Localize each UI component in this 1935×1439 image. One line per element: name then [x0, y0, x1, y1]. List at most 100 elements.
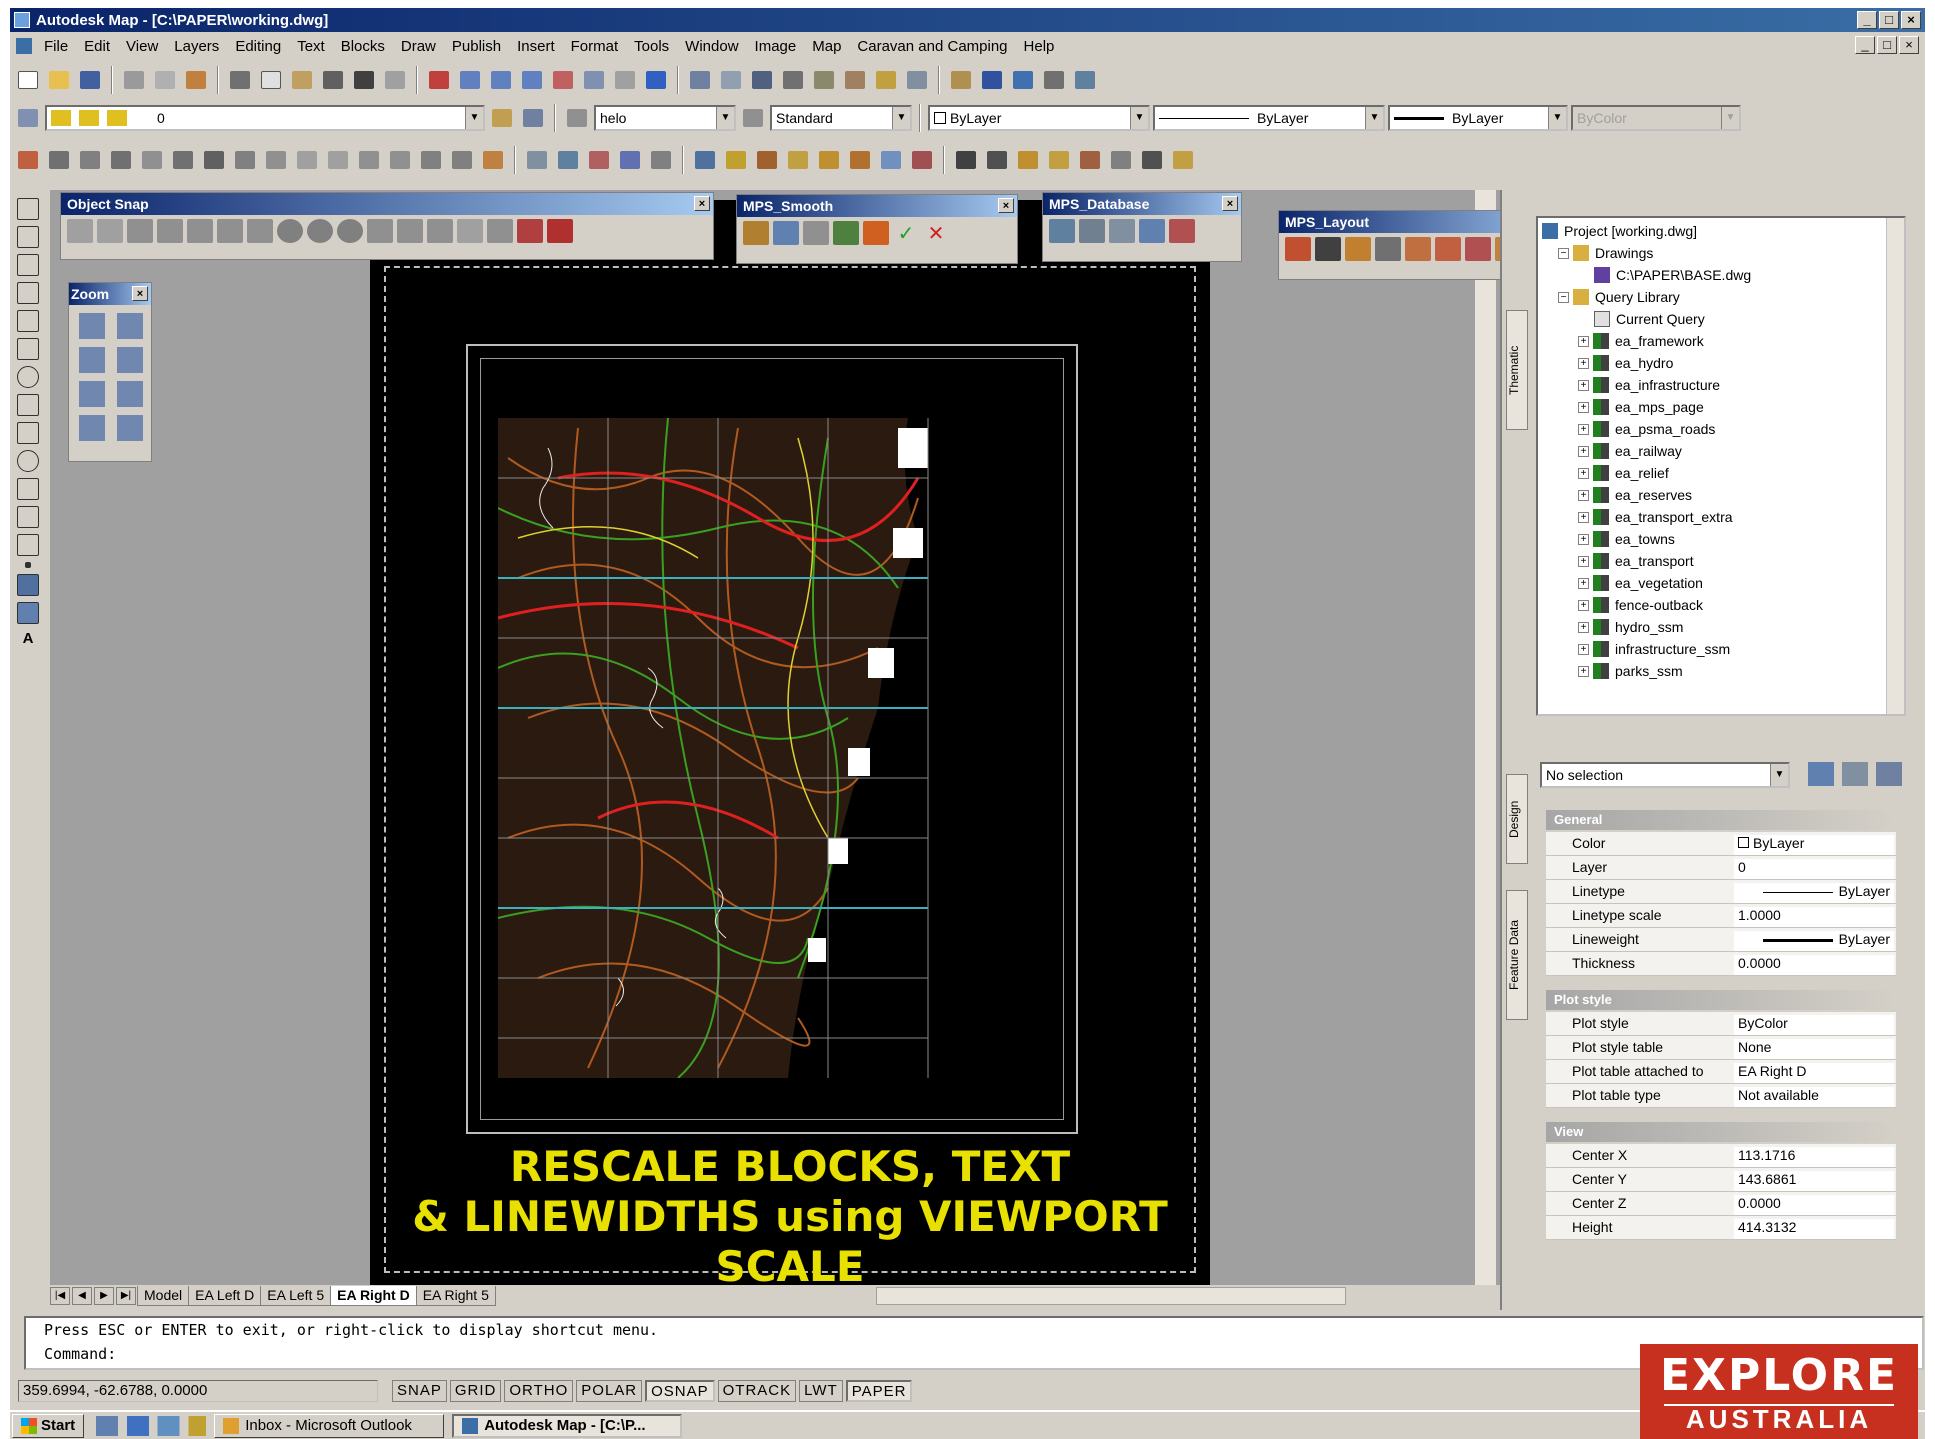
prop-value[interactable]: 0.0000 — [1734, 955, 1894, 975]
expand-icon[interactable]: + — [1578, 335, 1589, 347]
zoom-realtime-icon[interactable] — [456, 66, 484, 94]
prop-row[interactable]: Lineweight ByLayer — [1546, 928, 1896, 952]
chevron-down-icon[interactable]: ▼ — [1548, 107, 1566, 129]
edit-tool-7-icon[interactable] — [722, 146, 750, 174]
extend-icon[interactable] — [324, 146, 352, 174]
snap-center-icon[interactable] — [277, 219, 303, 243]
project-tree[interactable]: Project [working.dwg] − Drawings C:\PAPER… — [1536, 216, 1906, 716]
prop-value[interactable]: 0 — [1734, 859, 1894, 879]
doc-restore-button[interactable]: □ — [1877, 36, 1897, 54]
section-plot-style[interactable]: Plot style — [1546, 990, 1896, 1010]
match-properties-icon[interactable] — [319, 66, 347, 94]
expand-icon[interactable]: − — [1558, 247, 1569, 259]
layout-tool-6-icon[interactable] — [1435, 237, 1461, 261]
tree-query-item[interactable]: + ea_psma_roads — [1578, 418, 1715, 440]
edit-tool-4-icon[interactable] — [616, 146, 644, 174]
map-tool-5-icon[interactable] — [810, 66, 838, 94]
close-icon[interactable]: × — [132, 286, 148, 301]
redo-icon[interactable] — [381, 66, 409, 94]
close-icon[interactable]: × — [1222, 196, 1238, 211]
trim-icon[interactable] — [293, 146, 321, 174]
snap-parallel-icon[interactable] — [397, 219, 423, 243]
tree-query-item[interactable]: + ea_transport — [1578, 550, 1694, 572]
zoom-window-icon[interactable] — [79, 313, 105, 339]
chevron-down-icon[interactable]: ▼ — [465, 107, 483, 129]
snap-toggle[interactable]: SNAP — [392, 1380, 447, 1402]
zoom-dynamic-icon[interactable] — [117, 313, 143, 339]
ortho-toggle[interactable]: ORTHO — [504, 1380, 574, 1402]
prop-value[interactable]: ByColor — [1734, 1015, 1894, 1035]
menu-text[interactable]: Text — [289, 38, 333, 55]
layout-tool-2-icon[interactable] — [1315, 237, 1341, 261]
menu-tools[interactable]: Tools — [626, 38, 677, 55]
zoom-all-icon[interactable] — [79, 415, 105, 441]
menu-edit[interactable]: Edit — [76, 38, 118, 55]
properties-icon[interactable] — [549, 66, 577, 94]
zoom-scale-icon[interactable] — [79, 347, 105, 373]
tab-ea-left-d[interactable]: EA Left D — [188, 1286, 262, 1306]
menu-help[interactable]: Help — [1016, 38, 1063, 55]
snap-intersection-icon[interactable] — [187, 219, 213, 243]
prop-row[interactable]: Center Y 143.6861 — [1546, 1168, 1896, 1192]
chevron-down-icon[interactable]: ▼ — [892, 107, 910, 129]
document-icon[interactable] — [16, 38, 32, 54]
region-icon[interactable] — [17, 602, 39, 624]
zoom-previous-icon[interactable] — [518, 66, 546, 94]
edit-tool-8-icon[interactable] — [753, 146, 781, 174]
mtext-icon[interactable]: A — [17, 630, 39, 652]
expand-icon[interactable]: + — [1578, 423, 1589, 435]
text-tool-7-icon[interactable] — [1138, 146, 1166, 174]
snap-nearest-icon[interactable] — [487, 219, 513, 243]
viewport-frame[interactable] — [466, 344, 1078, 1134]
tree-query-library[interactable]: − Query Library — [1558, 286, 1680, 308]
prop-value[interactable]: ByLayer — [1734, 931, 1894, 951]
map-tool-1-icon[interactable] — [686, 66, 714, 94]
text-tool-4-icon[interactable] — [1045, 146, 1073, 174]
text-style-icon[interactable] — [563, 104, 591, 132]
tree-query-item[interactable]: + ea_relief — [1578, 462, 1669, 484]
cancel-x-icon[interactable]: ✕ — [923, 221, 949, 245]
save-icon[interactable] — [76, 66, 104, 94]
map-tool-13-icon[interactable] — [1071, 66, 1099, 94]
prop-value[interactable]: None — [1734, 1039, 1894, 1059]
dim-style-icon[interactable] — [739, 104, 767, 132]
move-icon[interactable] — [169, 146, 197, 174]
new-icon[interactable] — [14, 66, 42, 94]
quicklaunch-icons[interactable] — [96, 1415, 207, 1436]
prop-row[interactable]: Plot table type Not available — [1546, 1084, 1896, 1108]
minimize-button[interactable]: _ — [1857, 11, 1877, 29]
expand-icon[interactable]: + — [1578, 599, 1589, 611]
doc-close-button[interactable]: × — [1899, 36, 1919, 54]
prop-value[interactable]: 0.0000 — [1734, 1195, 1894, 1215]
tree-query-item[interactable]: + ea_towns — [1578, 528, 1675, 550]
tree-scrollbar[interactable] — [1886, 218, 1904, 714]
rotate-icon[interactable] — [200, 146, 228, 174]
toggle-pickadd-icon[interactable] — [1808, 762, 1834, 786]
tree-query-item[interactable]: + ea_framework — [1578, 330, 1704, 352]
fillet-icon[interactable] — [448, 146, 476, 174]
prop-row[interactable]: Plot style ByColor — [1546, 1012, 1896, 1036]
snap-perpendicular-icon[interactable] — [367, 219, 393, 243]
osnap-toggle[interactable]: OSNAP — [645, 1380, 715, 1402]
layer-previous-icon[interactable] — [519, 104, 547, 132]
prop-row[interactable]: Plot style table None — [1546, 1036, 1896, 1060]
drawing-area[interactable]: RESCALE BLOCKS, TEXT & LINEWIDTHS using … — [50, 190, 1500, 1291]
lineweight-combo[interactable]: ByLayer ▼ — [1388, 105, 1568, 131]
draw-order-icon[interactable] — [523, 146, 551, 174]
tree-query-item[interactable]: + hydro_ssm — [1578, 616, 1683, 638]
prop-value[interactable]: 113.1716 — [1734, 1147, 1894, 1167]
expand-icon[interactable]: + — [1578, 401, 1589, 413]
menu-caravan-camping[interactable]: Caravan and Camping — [849, 38, 1015, 55]
prop-row[interactable]: Center Z 0.0000 — [1546, 1192, 1896, 1216]
tree-drawing-file[interactable]: C:\PAPER\BASE.dwg — [1594, 264, 1751, 286]
layout-tool-4-icon[interactable] — [1375, 237, 1401, 261]
text-style-combo[interactable]: helo ▼ — [594, 105, 736, 131]
snap-from-icon[interactable] — [97, 219, 123, 243]
menu-blocks[interactable]: Blocks — [333, 38, 393, 55]
prop-value[interactable]: ByLayer — [1734, 835, 1894, 855]
prop-row[interactable]: Plot table attached to EA Right D — [1546, 1060, 1896, 1084]
prop-row[interactable]: Linetype scale 1.0000 — [1546, 904, 1896, 928]
paste-icon[interactable] — [288, 66, 316, 94]
edit-tool-11-icon[interactable] — [846, 146, 874, 174]
menu-image[interactable]: Image — [747, 38, 805, 55]
